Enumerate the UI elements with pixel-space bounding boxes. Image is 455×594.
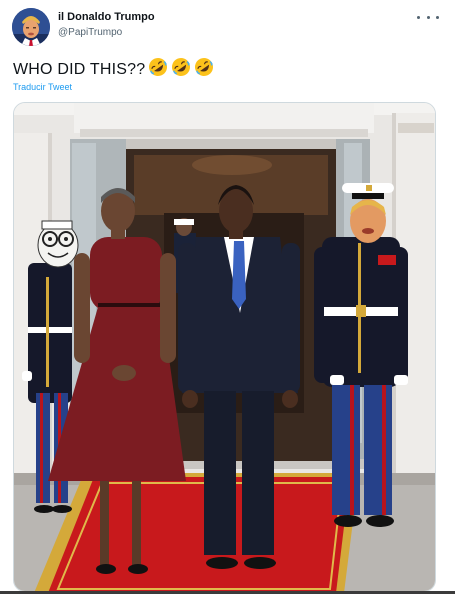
- display-name[interactable]: il Donaldo Trumpo: [58, 11, 155, 23]
- translate-tweet-link[interactable]: Traducir Tweet: [13, 82, 72, 92]
- tweet-photo[interactable]: [13, 102, 436, 592]
- red-carpet: [48, 477, 350, 591]
- avatar-image: [12, 8, 50, 46]
- tweet-text-content: WHO DID THIS??: [13, 61, 146, 78]
- user-handle[interactable]: @PapiTrumpo: [58, 27, 122, 38]
- more-options-icon[interactable]: [417, 10, 439, 24]
- dot: [426, 15, 430, 19]
- rofl-emoji-icon: [195, 58, 214, 76]
- tweet-card: il Donaldo Trumpo @PapiTrumpo WHO DID TH…: [0, 0, 455, 594]
- dot: [417, 15, 420, 19]
- profile-avatar[interactable]: [12, 8, 50, 46]
- photo-scene: [14, 103, 435, 591]
- dot: [436, 15, 439, 19]
- rofl-emoji-icon: [149, 58, 168, 76]
- tweet-text: WHO DID THIS??: [13, 57, 214, 79]
- rofl-emoji-icon: [172, 58, 191, 76]
